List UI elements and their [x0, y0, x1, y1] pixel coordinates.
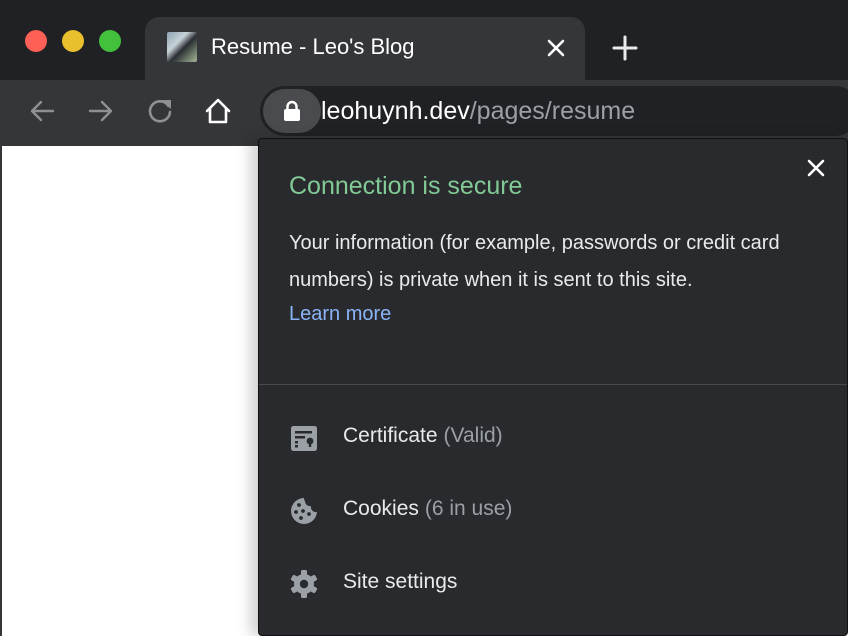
window-minimize-button[interactable] — [62, 30, 84, 52]
window-maximize-button[interactable] — [99, 30, 121, 52]
arrow-left-icon[interactable] — [27, 96, 57, 126]
menu-item-label: Certificate — [343, 424, 438, 447]
reload-icon[interactable] — [145, 96, 175, 126]
window-close-button[interactable] — [25, 30, 47, 52]
popup-title: Connection is secure — [289, 172, 523, 200]
menu-item-label: Site settings — [343, 570, 458, 593]
cookie-icon — [291, 498, 317, 524]
gear-icon — [290, 570, 318, 598]
home-icon[interactable] — [203, 96, 233, 126]
menu-item-site-settings[interactable]: Site settings — [259, 553, 847, 613]
learn-more-link[interactable]: Learn more — [289, 299, 391, 329]
tab-title: Resume - Leo's Blog — [211, 34, 415, 59]
menu-item-certificate[interactable]: Certificate (Valid) — [259, 407, 847, 467]
divider — [259, 384, 847, 385]
url-host: leohuynh.dev — [321, 97, 470, 125]
certificate-status: (Valid) — [443, 424, 503, 447]
address-bar[interactable]: leohuynh.dev/pages/resume — [260, 86, 848, 136]
lock-icon — [284, 100, 300, 121]
close-icon[interactable] — [804, 156, 828, 180]
plus-icon[interactable] — [611, 34, 639, 62]
title-bar: Resume - Leo's Blog — [0, 0, 848, 80]
certificate-icon — [291, 426, 317, 451]
toolbar: leohuynh.dev/pages/resume — [0, 80, 848, 146]
favicon — [167, 32, 197, 62]
url-text[interactable]: leohuynh.dev/pages/resume — [321, 97, 635, 126]
url-path: /pages/resume — [469, 97, 636, 125]
menu-item-cookies[interactable]: Cookies (6 in use) — [259, 480, 847, 540]
site-info-button[interactable] — [263, 89, 321, 133]
menu-item-label: Cookies — [343, 497, 419, 520]
site-info-popup: Connection is secure Your information (f… — [258, 138, 848, 636]
popup-description: Your information (for example, passwords… — [289, 232, 780, 291]
close-icon[interactable] — [544, 36, 568, 60]
cookies-count: (6 in use) — [424, 497, 513, 520]
arrow-right-icon[interactable] — [86, 96, 116, 126]
tab-resume[interactable]: Resume - Leo's Blog — [145, 17, 585, 80]
